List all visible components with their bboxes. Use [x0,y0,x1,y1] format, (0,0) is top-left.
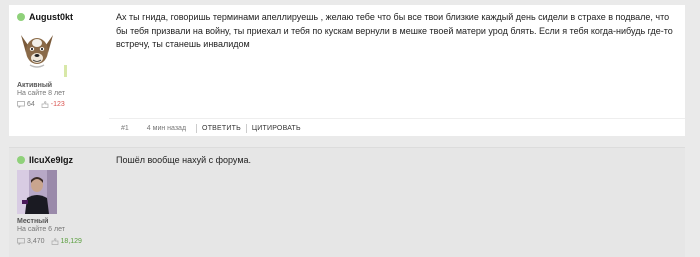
author-username[interactable]: August0kt [29,12,73,22]
online-status-icon [17,13,25,21]
post-author-block: August0kt Активный На сайте 8 лет 64 -12… [9,5,109,136]
user-stats: 64 -123 [17,101,65,108]
forum-post: IIcuXe9lgz Местный На сайте 6 лет 3,470 [9,147,685,257]
user-stats: 3,470 18,129 [17,238,82,245]
forum-post: August0kt Активный На сайте 8 лет 64 -12… [9,5,685,136]
user-rank: Местный [17,218,49,225]
avatar[interactable] [17,170,57,214]
pitbull-avatar-icon [21,35,53,68]
member-since: На сайте 6 лет [17,226,65,233]
author-username[interactable]: IIcuXe9lgz [29,155,73,165]
avatar[interactable] [17,29,57,75]
comment-icon [17,238,25,245]
post-time[interactable]: 4 мин назад [147,125,186,132]
rank-bar-icon [64,65,67,77]
reputation-value: -123 [50,101,65,108]
reply-button[interactable]: ОТВЕТИТЬ [197,125,246,132]
post-content: Пошёл вообще нахуй с форума. [116,155,252,165]
post-footer: #1 4 мин назад ОТВЕТИТЬ ЦИТИРОВАТЬ [109,118,685,137]
message-count: 3,470 [27,238,45,245]
user-rank: Активный [17,82,53,89]
message-count: 64 [27,101,35,108]
reputation-icon [41,101,49,108]
user-photo-avatar-icon [17,170,57,214]
username-row: IIcuXe9lgz [17,155,73,165]
reputation-icon [51,238,58,245]
post-content: Ах ты гнида, говоришь терминами апеллиру… [116,12,673,49]
comment-icon [17,101,25,108]
post-author-block: IIcuXe9lgz Местный На сайте 6 лет 3,470 [9,148,109,257]
quote-button[interactable]: ЦИТИРОВАТЬ [247,125,306,132]
member-since: На сайте 8 лет [17,90,65,97]
username-row: August0kt [17,12,73,22]
reputation-value: 18,129 [60,238,82,245]
online-status-icon [17,156,25,164]
post-number[interactable]: #1 [121,125,129,132]
